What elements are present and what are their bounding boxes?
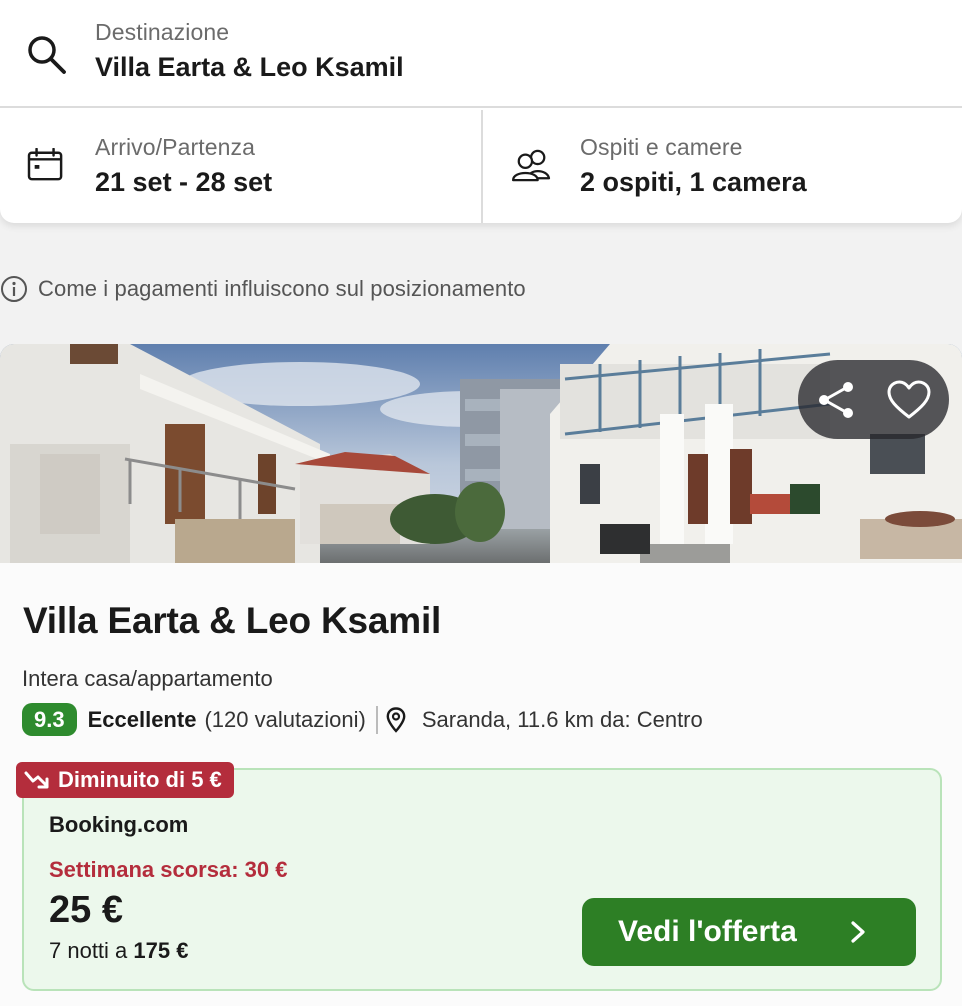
score-badge: 9.3 (22, 703, 77, 736)
search-icon (28, 36, 66, 74)
rating-word: Eccellente (87, 706, 197, 732)
price-drop-badge: Diminuito di 5 € (16, 762, 234, 798)
chevron-right-icon (851, 921, 865, 943)
photo-actions (798, 360, 949, 439)
view-offer-button[interactable]: Vedi l'offerta (582, 898, 916, 966)
dates-field[interactable]: Arrivo/Partenza 21 set - 28 set (0, 110, 483, 223)
rating-row: 9.3 Eccellente (120 valutazioni) Saranda… (22, 703, 703, 736)
price-drop-text: Diminuito di 5 € (58, 767, 222, 792)
dates-label: Arrivo/Partenza (95, 134, 256, 160)
destination-field[interactable]: Destinazione Villa Earta & Leo Ksamil (0, 0, 962, 108)
view-offer-label: Vedi l'offerta (618, 915, 797, 948)
destination-label: Destinazione (95, 19, 230, 45)
dates-value: 21 set - 28 set (95, 167, 273, 197)
nights-total: 175 € (133, 938, 189, 963)
search-panel: Destinazione Villa Earta & Leo Ksamil Ar… (0, 0, 962, 223)
heart-icon[interactable] (886, 378, 932, 422)
calendar-icon (27, 148, 63, 181)
ranking-info-text: Come i pagamenti influiscono sul posizio… (38, 276, 526, 301)
divider (375, 705, 378, 734)
hotel-name[interactable]: Villa Earta & Leo Ksamil (23, 600, 441, 642)
rating-count: (120 valutazioni) (204, 706, 366, 732)
nights-prefix: 7 notti a (49, 938, 128, 963)
people-icon (511, 149, 551, 182)
last-week-price: Settimana scorsa: 30 € (49, 857, 288, 882)
pin-icon (386, 706, 406, 733)
guests-value: 2 ospiti, 1 camera (580, 167, 807, 197)
info-icon (1, 276, 27, 302)
ranking-info-link[interactable]: Come i pagamenti influiscono sul posizio… (0, 274, 526, 304)
guests-field[interactable]: Ospiti e camere 2 ospiti, 1 camera (485, 110, 962, 223)
total-price: 7 notti a 175 € (49, 938, 188, 964)
destination-value: Villa Earta & Leo Ksamil (95, 52, 404, 82)
trend-down-icon (24, 771, 49, 789)
share-icon[interactable] (814, 378, 858, 422)
nightly-price: 25 € (49, 889, 123, 931)
guests-label: Ospiti e camere (580, 134, 743, 160)
property-type: Intera casa/appartamento (22, 666, 273, 691)
provider-name: Booking.com (49, 812, 189, 837)
location-text[interactable]: Saranda, 11.6 km da: Centro (422, 707, 703, 733)
